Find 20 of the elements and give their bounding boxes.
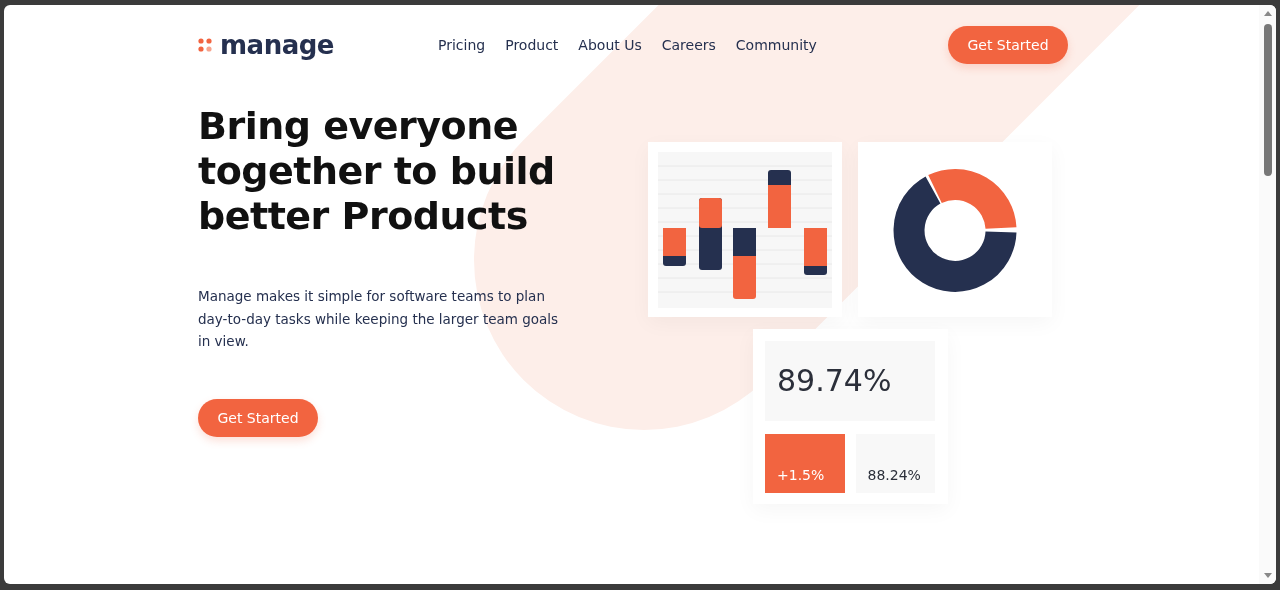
hero-headline: Bring everyone together to build better Products bbox=[198, 104, 556, 239]
stat-value: 89.74% bbox=[777, 363, 892, 398]
chart-bar bbox=[804, 227, 827, 275]
nav-link[interactable]: Pricing bbox=[438, 37, 486, 53]
nav-link[interactable]: Product bbox=[505, 37, 559, 53]
chart-bar bbox=[733, 227, 756, 299]
nav-link[interactable]: Community bbox=[735, 37, 817, 53]
logo-text: manage bbox=[220, 30, 334, 60]
chart-bar bbox=[768, 169, 791, 228]
scroll-up-icon[interactable] bbox=[1263, 11, 1272, 16]
logo-icon bbox=[198, 38, 212, 52]
stat-value: 88.24% bbox=[867, 466, 921, 483]
scrollbar[interactable] bbox=[1259, 5, 1276, 584]
nav-link[interactable]: Careers bbox=[661, 37, 716, 53]
hero-description: Manage makes it simple for software teams to plan day-to-day tasks while keeping the larger team goals in view. bbox=[198, 287, 560, 351]
chart-bar bbox=[663, 227, 686, 266]
scrollbar-thumb[interactable] bbox=[1264, 24, 1272, 176]
nav-link[interactable]: About Us bbox=[578, 37, 642, 53]
scroll-down-icon[interactable] bbox=[1263, 573, 1272, 578]
stat-change: +1.5% bbox=[777, 466, 825, 483]
